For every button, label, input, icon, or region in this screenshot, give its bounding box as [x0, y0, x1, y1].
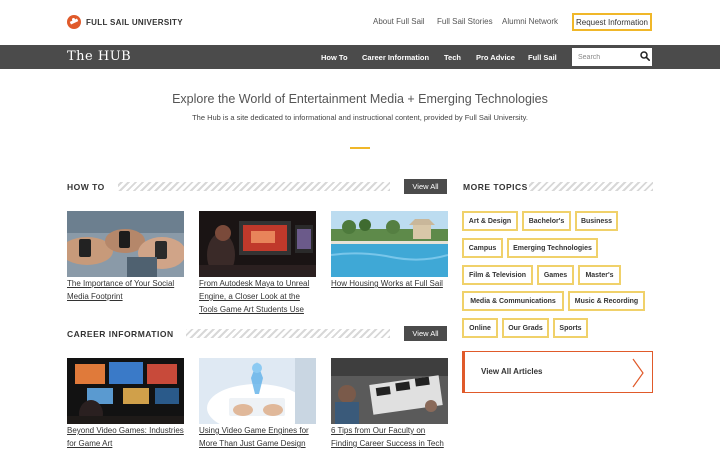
- career-information-view-all-button[interactable]: View All: [404, 326, 447, 341]
- chevron-right-icon: [632, 358, 644, 388]
- topic-tag-art-design[interactable]: Art & Design: [462, 211, 518, 231]
- topic-tag-film-television[interactable]: Film & Television: [462, 265, 533, 285]
- game-art-tools-article-image[interactable]: [199, 211, 316, 277]
- career-information-divider: [186, 329, 390, 338]
- game-art-industries-article-image[interactable]: [67, 358, 184, 424]
- game-engines-article-image[interactable]: [199, 358, 316, 424]
- full-sail-logo-icon: [67, 15, 81, 29]
- how-to-divider: [118, 182, 390, 191]
- career-information-heading: CAREER INFORMATION: [67, 329, 174, 339]
- topic-tag-sports[interactable]: Sports: [553, 318, 588, 338]
- topic-tag-our-grads[interactable]: Our Grads: [502, 318, 549, 338]
- career-tips-article-image[interactable]: [331, 358, 448, 424]
- nav-item-how-to[interactable]: How To: [321, 53, 348, 62]
- career-tips-article-link[interactable]: 6 Tips from Our Faculty on Finding Caree…: [331, 424, 451, 450]
- more-topics-divider: [529, 182, 653, 191]
- nav-item-full-sail[interactable]: Full Sail: [528, 53, 557, 62]
- topic-tag-media-communications[interactable]: Media & Communications: [462, 291, 564, 311]
- game-art-industries-article-link[interactable]: Beyond Video Games: Industries for Game …: [67, 424, 187, 450]
- topic-tag-music-recording[interactable]: Music & Recording: [568, 291, 645, 311]
- main-nav: The HUB How To Career Information Tech P…: [0, 45, 720, 69]
- stories-link[interactable]: Full Sail Stories: [437, 17, 493, 26]
- topic-tag-games[interactable]: Games: [537, 265, 574, 285]
- nav-item-career-information[interactable]: Career Information: [362, 53, 429, 62]
- about-link[interactable]: About Full Sail: [373, 17, 425, 26]
- site-title[interactable]: The HUB: [67, 49, 131, 64]
- hero-subtitle: The Hub is a site dedicated to informati…: [192, 113, 528, 122]
- nav-item-tech[interactable]: Tech: [444, 53, 461, 62]
- hero-title: Explore the World of Entertainment Media…: [172, 92, 548, 106]
- topic-tag-campus[interactable]: Campus: [462, 238, 503, 258]
- alumni-link[interactable]: Alumni Network: [502, 17, 558, 26]
- search-icon[interactable]: [640, 51, 650, 61]
- topic-tag-bachelors[interactable]: Bachelor's: [522, 211, 571, 231]
- brand-logo[interactable]: FULL SAIL UNIVERSITY: [67, 15, 183, 29]
- view-all-articles-button[interactable]: View All Articles: [462, 351, 653, 393]
- hero-divider: [350, 147, 370, 149]
- housing-article-link[interactable]: How Housing Works at Full Sail: [331, 277, 451, 290]
- topic-tag-business[interactable]: Business: [575, 211, 618, 231]
- view-all-articles-label: View All Articles: [481, 367, 543, 376]
- social-media-article-image[interactable]: [67, 211, 184, 277]
- social-media-article-link[interactable]: The Importance of Your Social Media Foot…: [67, 277, 187, 303]
- nav-item-pro-advice[interactable]: Pro Advice: [476, 53, 515, 62]
- brand-name: FULL SAIL UNIVERSITY: [86, 17, 183, 27]
- game-engines-article-link[interactable]: Using Video Game Engines for More Than J…: [199, 424, 319, 450]
- housing-article-image[interactable]: [331, 211, 448, 277]
- topic-tag-online[interactable]: Online: [462, 318, 498, 338]
- topic-tag-emerging-technologies[interactable]: Emerging Technologies: [507, 238, 598, 258]
- request-information-button[interactable]: Request Information: [572, 13, 652, 31]
- how-to-heading: HOW TO: [67, 182, 105, 192]
- more-topics-heading: MORE TOPICS: [463, 182, 528, 192]
- topic-tag-masters[interactable]: Master's: [578, 265, 621, 285]
- game-art-tools-article-link[interactable]: From Autodesk Maya to Unreal Engine, a C…: [199, 277, 319, 316]
- top-bar: FULL SAIL UNIVERSITY About Full Sail Ful…: [0, 0, 720, 45]
- how-to-view-all-button[interactable]: View All: [404, 179, 447, 194]
